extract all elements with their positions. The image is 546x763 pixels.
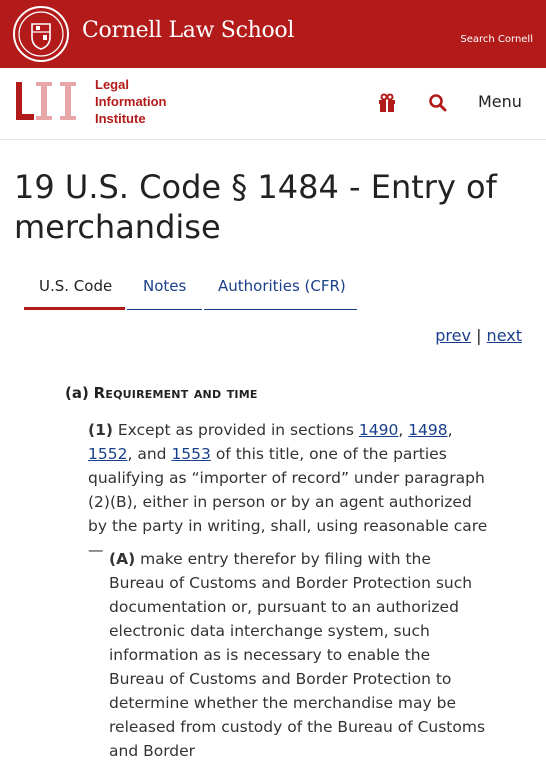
tab-us-code[interactable]: U.S. Code	[24, 270, 125, 310]
comma: ,	[447, 421, 453, 439]
lii-header: Legal Information Institute Menu	[0, 68, 546, 140]
lii-name-line3: Institute	[95, 111, 146, 126]
section-a-heading: (a) Requirement and time	[65, 384, 258, 402]
section-1498-link[interactable]: 1498	[408, 421, 447, 439]
tab-authorities-cfr[interactable]: Authorities (CFR)	[204, 270, 357, 310]
page-title: 19 U.S. Code § 1484 - Entry of merchandi…	[14, 168, 497, 246]
section-a-label: (a)	[65, 384, 89, 402]
comma: ,	[398, 421, 404, 439]
pager: prev | next	[435, 326, 522, 345]
section-a-title: Requirement and time	[93, 384, 258, 402]
paragraph-1-text-a: Except as provided in sections	[117, 421, 354, 439]
paragraph-1: (1) Except as provided in sections 1490,…	[88, 418, 488, 562]
lii-name-line1: Legal	[95, 77, 129, 92]
menu-button[interactable]: Menu	[478, 92, 522, 111]
paragraph-1-label: (1)	[88, 421, 113, 439]
next-link[interactable]: next	[487, 326, 522, 345]
search-icon[interactable]	[428, 93, 448, 113]
section-1490-link[interactable]: 1490	[359, 421, 398, 439]
prev-link[interactable]: prev	[435, 326, 471, 345]
tab-notes[interactable]: Notes	[127, 270, 202, 310]
gift-icon[interactable]	[377, 93, 397, 113]
paragraph-1-text-b: and	[137, 445, 167, 463]
lii-logo[interactable]	[14, 78, 86, 130]
cornell-seal-icon[interactable]	[13, 6, 69, 62]
subparagraph-a-text: make entry therefor by filing with the B…	[109, 550, 486, 760]
comma: ,	[127, 445, 133, 463]
pager-separator: |	[476, 326, 482, 345]
subparagraph-a-label: (A)	[109, 550, 136, 568]
lii-name-line2: Information	[95, 94, 167, 109]
section-1552-link[interactable]: 1552	[88, 445, 127, 463]
lii-name[interactable]: Legal Information Institute	[95, 76, 167, 127]
cornell-header: Cornell Law School Search Cornell	[0, 0, 546, 68]
subparagraph-a: (A) make entry therefor by filing with t…	[109, 547, 489, 763]
search-cornell-link[interactable]: Search Cornell	[460, 34, 533, 45]
cornell-law-school-link[interactable]: Cornell Law School	[82, 18, 294, 43]
section-1553-link[interactable]: 1553	[171, 445, 210, 463]
